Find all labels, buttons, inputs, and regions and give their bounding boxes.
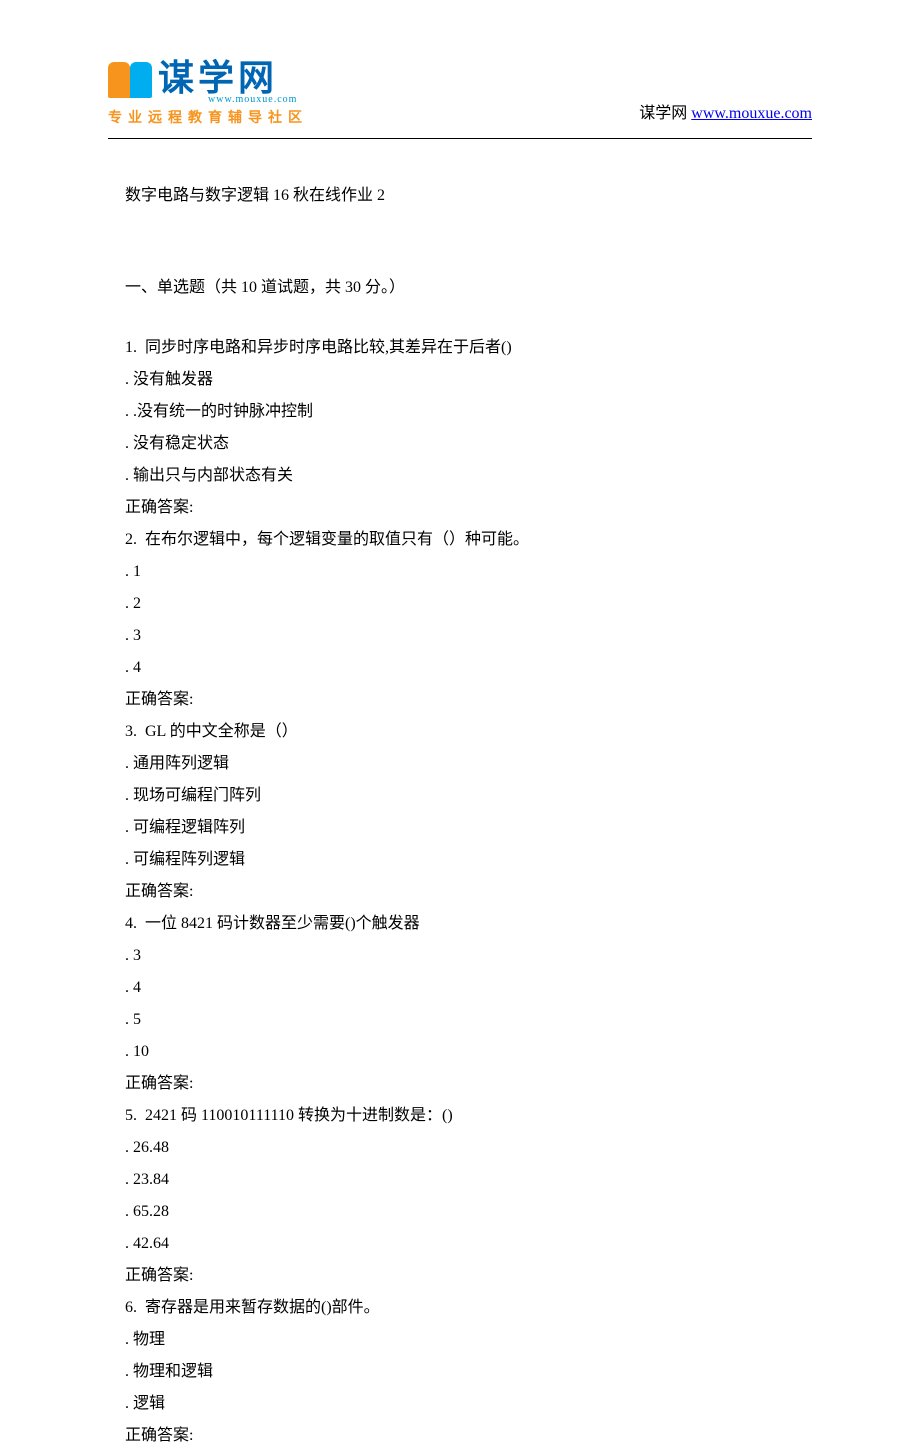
question-option: . 没有稳定状态 xyxy=(125,428,795,460)
document-title: 数字电路与数字逻辑 16 秋在线作业 2 xyxy=(125,180,795,212)
brand-logo-top: 谋学网 www.mouxue.com xyxy=(108,60,308,105)
question-option: . 42.64 xyxy=(125,1228,795,1260)
question-prompt: 3. GL 的中文全称是（） xyxy=(125,716,795,748)
answer-label: 正确答案: xyxy=(125,1420,795,1452)
question-option: . 物理 xyxy=(125,1324,795,1356)
question-option: . 输出只与内部状态有关 xyxy=(125,460,795,492)
section-heading: 一、单选题（共 10 道试题，共 30 分。） xyxy=(125,272,795,304)
question-option: . 10 xyxy=(125,1036,795,1068)
book-icon xyxy=(108,68,152,98)
question-option: . 1 xyxy=(125,556,795,588)
question-prompt: 4. 一位 8421 码计数器至少需要()个触发器 xyxy=(125,908,795,940)
question-prompt: 5. 2421 码 110010111110 转换为十进制数是：() xyxy=(125,1100,795,1132)
header-divider xyxy=(108,138,812,139)
document-content: 数字电路与数字逻辑 16 秋在线作业 2 一、单选题（共 10 道试题，共 30… xyxy=(125,180,795,1452)
question-option: . 3 xyxy=(125,940,795,972)
answer-label: 正确答案: xyxy=(125,1068,795,1100)
question-option: . 可编程阵列逻辑 xyxy=(125,844,795,876)
page-header: 谋学网 www.mouxue.com 专业远程教育辅导社区 谋学网 www.mo… xyxy=(108,60,812,135)
question-prompt: 2. 在布尔逻辑中，每个逻辑变量的取值只有（）种可能。 xyxy=(125,524,795,556)
question-option: . 2 xyxy=(125,588,795,620)
question-option: . .没有统一的时钟脉冲控制 xyxy=(125,396,795,428)
question-option: . 3 xyxy=(125,620,795,652)
question-prompt: 6. 寄存器是用来暂存数据的()部件。 xyxy=(125,1292,795,1324)
question-option: . 26.48 xyxy=(125,1132,795,1164)
question-option: . 可编程逻辑阵列 xyxy=(125,812,795,844)
brand-logo-block: 谋学网 www.mouxue.com 专业远程教育辅导社区 xyxy=(108,60,308,127)
question-option: . 4 xyxy=(125,652,795,684)
brand-domain-small: www.mouxue.com xyxy=(208,94,297,105)
question-option: . 没有触发器 xyxy=(125,364,795,396)
question-option: . 5 xyxy=(125,1004,795,1036)
question-option: . 4 xyxy=(125,972,795,1004)
question-option: . 65.28 xyxy=(125,1196,795,1228)
answer-label: 正确答案: xyxy=(125,876,795,908)
site-link[interactable]: www.mouxue.com xyxy=(691,105,812,122)
question-option: . 逻辑 xyxy=(125,1388,795,1420)
question-prompt: 1. 同步时序电路和异步时序电路比较,其差异在于后者() xyxy=(125,332,795,364)
site-label: 谋学网 xyxy=(639,105,691,122)
answer-label: 正确答案: xyxy=(125,1260,795,1292)
question-option: . 23.84 xyxy=(125,1164,795,1196)
question-option: . 物理和逻辑 xyxy=(125,1356,795,1388)
answer-label: 正确答案: xyxy=(125,492,795,524)
brand-name: 谋学网 xyxy=(158,60,297,96)
question-option: . 现场可编程门阵列 xyxy=(125,780,795,812)
brand-subtitle: 专业远程教育辅导社区 xyxy=(108,107,308,127)
answer-label: 正确答案: xyxy=(125,684,795,716)
site-reference: 谋学网 www.mouxue.com xyxy=(639,99,812,127)
question-option: . 通用阵列逻辑 xyxy=(125,748,795,780)
